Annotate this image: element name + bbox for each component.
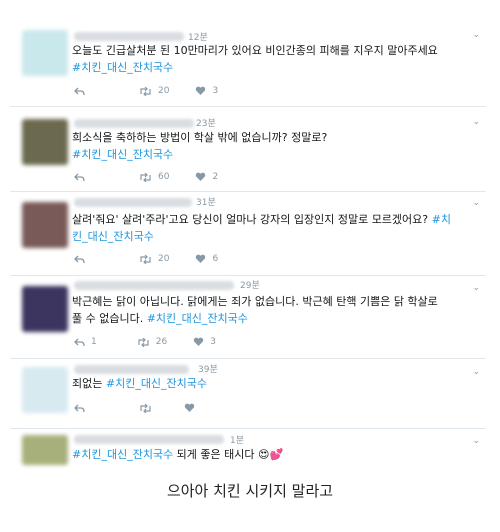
user-name[interactable] (74, 435, 224, 444)
heart-icon (184, 403, 195, 412)
tweet-time[interactable]: 1분 (230, 433, 244, 446)
chevron-down-icon[interactable]: ⌄ (472, 117, 480, 127)
tweet[interactable]: 12분 ⌄ 오늘도 긴급살처분 된 10만마리가 있어요 비인간종의 피해를 지… (10, 18, 486, 102)
reply-icon (74, 87, 85, 95)
reply-icon (74, 338, 85, 346)
like-button[interactable]: 3 (193, 337, 216, 347)
heart-icon (196, 172, 206, 181)
chevron-down-icon[interactable]: ⌄ (472, 436, 480, 446)
chevron-down-icon[interactable]: ⌄ (472, 283, 480, 293)
reply-button[interactable]: 1 (74, 337, 97, 347)
tweet-text: 살려'줘요' 살려'주라'고요 당신이 얼마나 강자의 입장인지 정말로 모르겠… (72, 211, 480, 245)
retweet-count: 20 (158, 86, 170, 96)
avatar[interactable] (22, 367, 68, 413)
retweet-button[interactable]: 20 (139, 254, 169, 264)
tweet-actions (74, 401, 227, 415)
like-button[interactable]: 3 (195, 86, 218, 96)
chevron-down-icon[interactable]: ⌄ (472, 30, 480, 40)
like-button[interactable]: 2 (195, 172, 218, 182)
reply-icon (74, 255, 85, 263)
like-count: 2 (212, 172, 219, 182)
tweet-time[interactable]: 23분 (196, 116, 216, 129)
like-count: 3 (210, 337, 216, 347)
heart-icon (196, 254, 206, 263)
reply-button[interactable] (74, 87, 91, 96)
tweet[interactable]: 1분 ⌄ #치킨_대신_잔치국수 되게 좋은 태시다 😍💕 (10, 428, 486, 468)
tweet-time[interactable]: 29분 (240, 278, 260, 291)
avatar[interactable] (22, 119, 68, 165)
retweet-button[interactable]: 20 (139, 86, 169, 96)
avatar[interactable] (22, 202, 68, 248)
avatar[interactable] (22, 435, 68, 465)
reply-icon (74, 173, 85, 181)
hashtag-link[interactable]: #치킨_대신_잔치국수 (72, 448, 173, 461)
tweet-text: #치킨_대신_잔치국수 되게 좋은 태시다 😍💕 (72, 446, 480, 463)
like-count: 3 (212, 86, 219, 96)
tweet-body: 박근혜는 닭이 아닙니다. 닭에게는 죄가 없습니다. 박근혜 탄핵 기쁨은 닭… (72, 295, 438, 308)
tweet-body: 죄없는 (72, 377, 106, 390)
retweet-button[interactable]: 26 (137, 337, 167, 347)
tweet-text: 죄없는 #치킨_대신_잔치국수 (72, 375, 480, 392)
tweet-actions: 20 3 (74, 84, 244, 98)
retweet-icon (138, 337, 149, 347)
user-name[interactable] (74, 198, 192, 207)
heart-icon (193, 337, 204, 346)
tweet[interactable]: 29분 ⌄ 박근혜는 닭이 아닙니다. 닭에게는 죄가 없습니다. 박근혜 탄핵… (10, 275, 486, 355)
hashtag-link[interactable]: #치킨_대신_잔치국수 (72, 148, 173, 161)
retweet-count: 60 (158, 172, 170, 182)
chevron-down-icon[interactable]: ⌄ (472, 198, 480, 208)
reply-button[interactable] (74, 173, 91, 182)
user-name[interactable] (74, 281, 234, 290)
heart-icon (196, 86, 206, 95)
tweet-text: 희소식을 축하하는 방법이 학살 밖에 없습니까? 정말로? #치킨_대신_잔치국… (72, 129, 480, 163)
user-name[interactable] (74, 365, 189, 374)
tweet-body: 희소식을 축하하는 방법이 학살 밖에 없습니까? 정말로? (72, 131, 328, 144)
tweet[interactable]: 31분 ⌄ 살려'줘요' 살려'주라'고요 당신이 얼마나 강자의 입장인지 정… (10, 191, 486, 275)
retweet-icon (140, 403, 151, 413)
tweet-actions: 1 26 3 (74, 335, 242, 349)
tweet-body: 살려'줘요' 살려'주라'고요 당신이 얼마나 강자의 입장인지 정말로 모르겠… (72, 213, 432, 226)
retweet-button[interactable] (139, 403, 158, 413)
tweet-body-line2: 풀 수 없습니다. (72, 312, 147, 325)
tweet-actions: 20 6 (74, 252, 244, 266)
hashtag-link[interactable]: #치킨_대신_잔치국수 (147, 312, 248, 325)
tweet-text: 박근혜는 닭이 아닙니다. 닭에게는 죄가 없습니다. 박근혜 탄핵 기쁨은 닭… (72, 293, 480, 327)
hashtag-link[interactable]: #치 (432, 213, 451, 226)
like-button[interactable]: 6 (195, 254, 218, 264)
retweet-icon (140, 86, 151, 96)
reply-button[interactable] (74, 255, 91, 264)
tweet-time[interactable]: 31분 (196, 195, 216, 208)
like-count: 6 (212, 254, 219, 264)
reply-icon (74, 404, 85, 412)
hashtag-link-continued[interactable]: 킨_대신_잔치국수 (72, 230, 154, 243)
retweet-count: 26 (155, 337, 168, 347)
tweet-actions: 60 2 (74, 170, 244, 184)
avatar[interactable] (22, 286, 68, 332)
retweet-button[interactable]: 60 (139, 172, 169, 182)
retweet-icon (140, 254, 151, 264)
user-name[interactable] (74, 119, 194, 128)
tweet-body: 되게 좋은 태시다 (173, 448, 259, 461)
avatar[interactable] (22, 30, 68, 76)
hashtag-link[interactable]: #치킨_대신_잔치국수 (72, 61, 173, 74)
tweet-text: 오늘도 긴급살처분 된 10만마리가 있어요 비인간종의 피해를 지우지 말아주… (72, 42, 480, 76)
emoji: 😍💕 (258, 448, 284, 461)
user-name[interactable] (74, 32, 184, 41)
caption: 으아아 치킨 시키지 말라고 (166, 482, 334, 500)
like-button[interactable] (184, 403, 201, 413)
tweet[interactable]: 23분 ⌄ 희소식을 축하하는 방법이 학살 밖에 없습니까? 정말로? #치킨_… (10, 106, 486, 190)
retweet-count: 20 (158, 254, 170, 264)
reply-button[interactable] (74, 404, 91, 413)
hashtag-link[interactable]: #치킨_대신_잔치국수 (106, 377, 207, 390)
tweet[interactable]: 39분 ⌄ 죄없는 #치킨_대신_잔치국수 (10, 358, 486, 426)
reply-count: 1 (91, 337, 97, 347)
retweet-icon (140, 172, 151, 182)
tweet-time[interactable]: 39분 (198, 362, 218, 375)
tweet-body: 오늘도 긴급살처분 된 10만마리가 있어요 비인간종의 피해를 지우지 말아주… (72, 44, 438, 57)
